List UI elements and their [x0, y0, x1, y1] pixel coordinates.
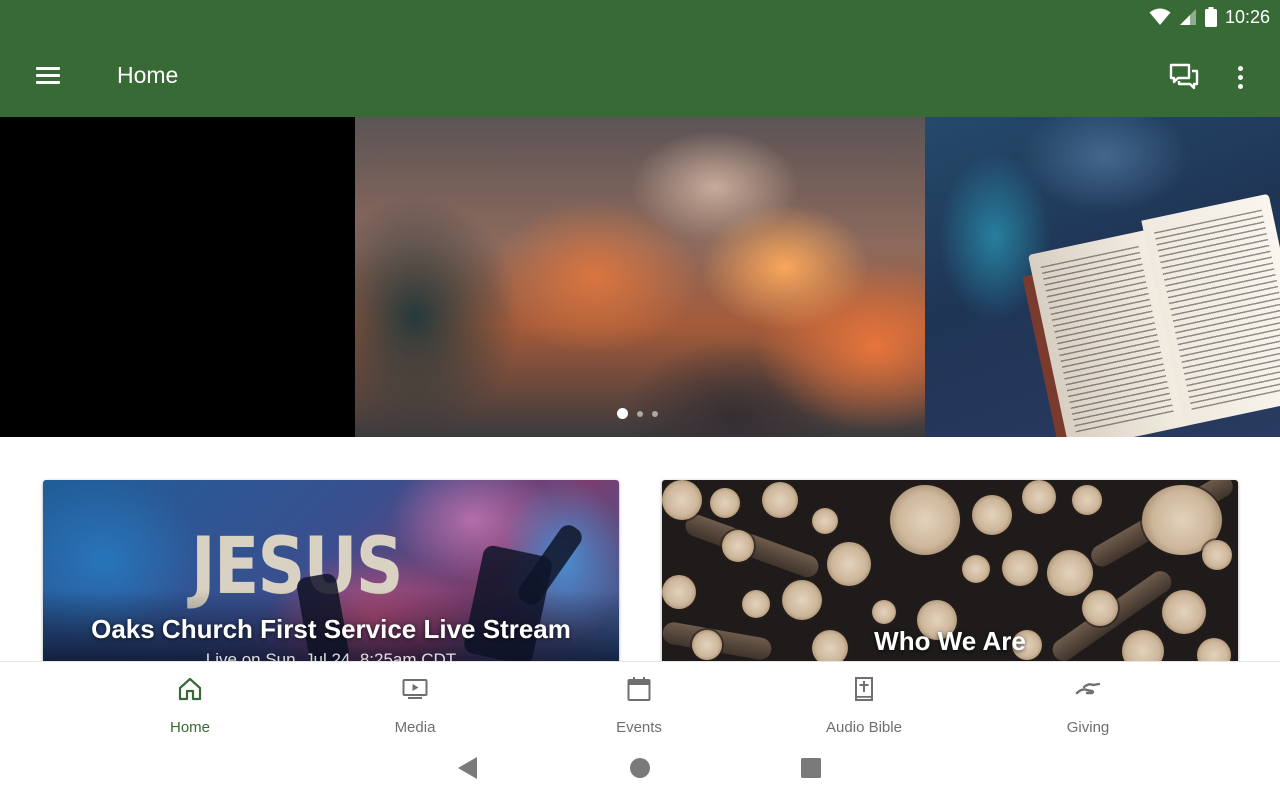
live-stream-card[interactable]: JESUS Oaks Church First Service Live Str… [43, 480, 619, 680]
who-we-are-title: Who We Are [874, 626, 1026, 656]
nav-audio-bible[interactable]: Audio Bible [789, 672, 939, 736]
carousel-indicator [617, 408, 658, 419]
live-stream-title: Oaks Church First Service Live Stream [91, 614, 571, 644]
giving-icon [1075, 682, 1101, 695]
hero-carousel[interactable] [0, 117, 1280, 437]
nav-home[interactable]: Home [115, 672, 265, 736]
nav-giving-label: Giving [1066, 719, 1110, 736]
more-vert-icon [1237, 65, 1243, 71]
nav-events[interactable]: Events [564, 672, 714, 736]
nav-media[interactable]: Media [340, 672, 490, 736]
media-icon [402, 679, 428, 699]
carousel-dot-2[interactable] [637, 410, 643, 417]
overflow-menu-button[interactable] [1222, 57, 1258, 97]
who-we-are-card[interactable]: Who We Are [662, 480, 1238, 680]
chat-button[interactable] [1164, 57, 1204, 97]
carousel-dot-1[interactable] [617, 408, 628, 419]
app-bar: 10:26 Home [0, 0, 1280, 117]
home-icon [178, 677, 202, 701]
calendar-icon [627, 677, 651, 701]
nav-home-label: Home [169, 719, 210, 736]
menu-button[interactable] [28, 56, 68, 96]
app-root: 10:26 Home JESUS Oaks Church First Servi… [0, 0, 1280, 800]
nav-audio-bible-label: Audio Bible [826, 719, 902, 736]
nav-media-label: Media [394, 719, 436, 736]
open-bible-image [1022, 184, 1280, 437]
chat-icon [1169, 63, 1199, 90]
home-circle-icon[interactable] [628, 756, 652, 780]
status-bar: 10:26 [1149, 6, 1270, 28]
carousel-slide-bible[interactable] [925, 117, 1280, 437]
system-navigation-bar [0, 742, 1280, 800]
battery-icon [1204, 7, 1217, 27]
signal-icon [1179, 9, 1196, 25]
status-time: 10:26 [1224, 6, 1270, 27]
back-icon[interactable] [456, 756, 480, 780]
nav-events-label: Events [616, 719, 662, 736]
recents-icon[interactable] [799, 756, 823, 780]
carousel-dot-3[interactable] [652, 410, 658, 417]
page-title: Home [117, 62, 179, 88]
nav-giving[interactable]: Giving [1013, 672, 1163, 736]
bible-icon [855, 677, 873, 701]
wifi-icon [1149, 8, 1171, 25]
carousel-slide-previous[interactable] [0, 117, 355, 437]
carousel-slide-clouds[interactable] [355, 117, 925, 437]
